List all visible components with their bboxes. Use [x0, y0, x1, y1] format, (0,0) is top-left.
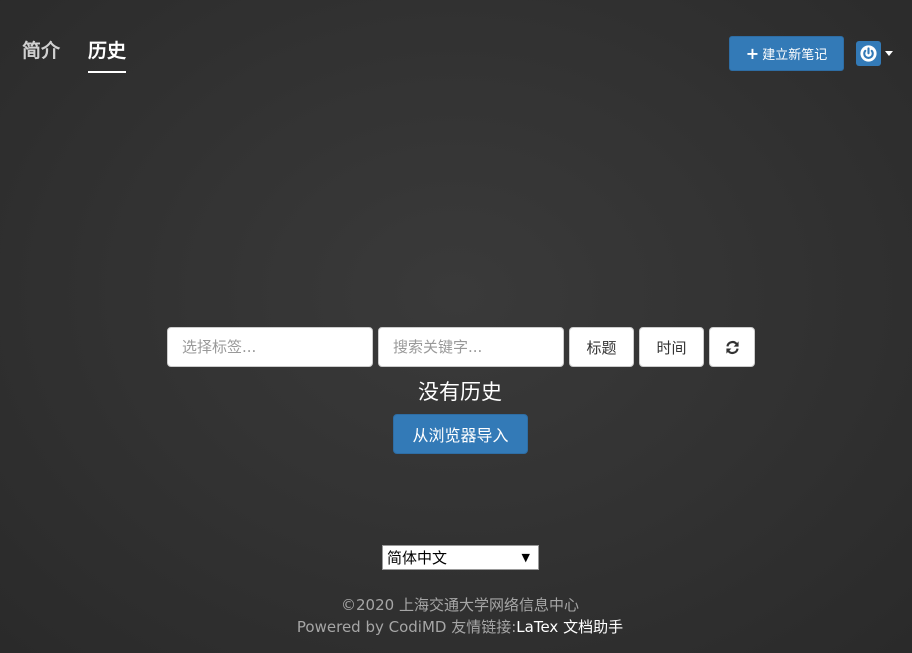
footer-powered-line: Powered by CodiMD 友情链接:LaTex 文档助手 [0, 616, 912, 638]
user-menu-toggle[interactable] [856, 41, 893, 66]
tab-history[interactable]: 历史 [88, 36, 127, 73]
history-filters: 标题 时间 [167, 327, 755, 367]
nav-tabs: 简介 历史 [22, 36, 127, 73]
caret-down-icon [885, 51, 893, 56]
tag-select-input[interactable] [167, 327, 373, 367]
import-from-browser-button[interactable]: 从浏览器导入 [393, 414, 528, 454]
footer: ©2020 上海交通大学网络信息中心 Powered by CodiMD 友情链… [0, 594, 912, 638]
language-selected-value: 简体中文 [387, 549, 448, 567]
power-icon [856, 41, 881, 66]
empty-history-text: 没有历史 [418, 380, 502, 404]
tab-intro[interactable]: 简介 [22, 36, 60, 73]
plus-icon: + [745, 43, 760, 63]
new-note-button[interactable]: + 建立新笔记 [729, 36, 844, 71]
footer-powered-text: Powered by CodiMD 友情链接: [296, 618, 517, 636]
dropdown-arrow-icon: ▼ [521, 551, 530, 564]
refresh-button[interactable] [709, 327, 755, 367]
latex-helper-link[interactable]: LaTex 文档助手 [516, 618, 623, 636]
sort-title-button[interactable]: 标题 [569, 327, 634, 367]
language-select[interactable]: 简体中文 ▼ [382, 545, 539, 570]
sort-time-button[interactable]: 时间 [639, 327, 704, 367]
search-keyword-input[interactable] [378, 327, 564, 367]
new-note-label: 建立新笔记 [762, 48, 828, 63]
footer-copyright: ©2020 上海交通大学网络信息中心 [341, 596, 579, 614]
refresh-icon [725, 340, 739, 354]
